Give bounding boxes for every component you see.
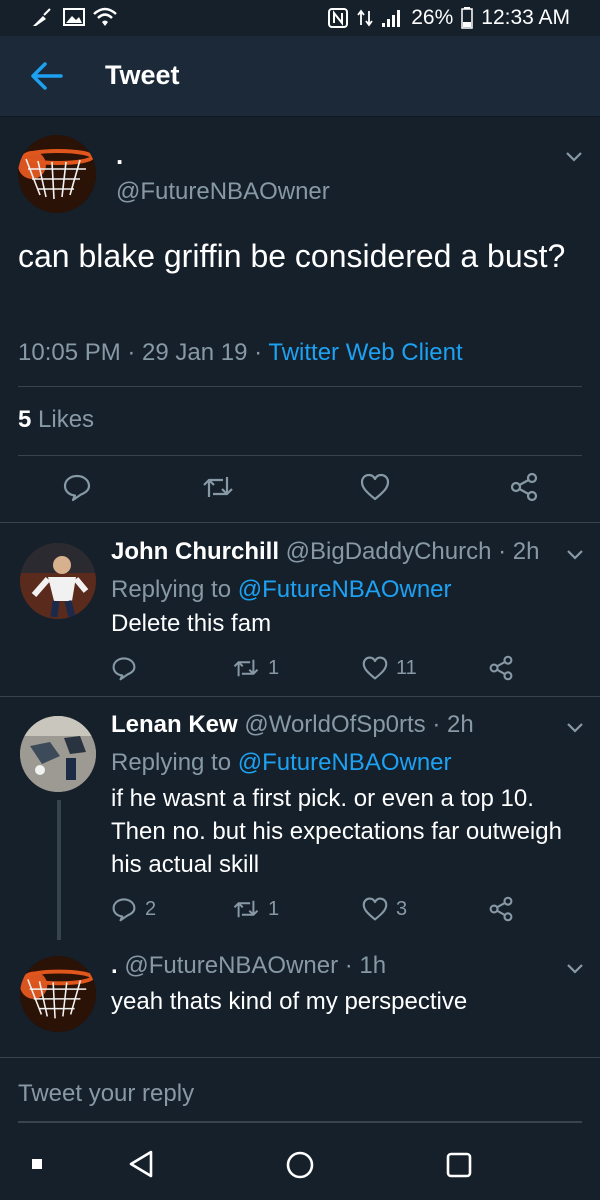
thread-line [57, 800, 61, 940]
reply-icon[interactable] [111, 655, 137, 681]
reply-text: yeah thats kind of my perspective [111, 988, 468, 1015]
reply-header: John Churchill @BigDaddyChurch · 2h [111, 538, 539, 566]
reply-author-name[interactable]: Lenan Kew [111, 711, 238, 738]
divider [18, 455, 582, 456]
status-icons-left [30, 6, 118, 28]
like-count: 3 [396, 897, 408, 920]
like-action[interactable]: 3 [362, 896, 407, 922]
share-icon[interactable] [509, 472, 539, 502]
chevron-down-icon[interactable] [564, 960, 586, 976]
reply-avatar[interactable] [20, 716, 96, 792]
author-display-name: . [116, 140, 124, 170]
reply-handle-time: @BigDaddyChurch · 2h [279, 538, 540, 565]
basketball-hoop-image [20, 956, 96, 1032]
tweet-timestamp: 10:05 PM · 29 Jan 19 · [18, 339, 269, 366]
heart-icon [362, 897, 388, 921]
chevron-down-icon[interactable] [563, 148, 585, 164]
retweet-icon[interactable] [201, 472, 235, 502]
reply-header: . @FutureNBAOwner · 1h [111, 952, 386, 980]
replying-to: Replying to @FutureNBAOwner [111, 573, 452, 606]
reply-actions [111, 655, 137, 681]
share-icon[interactable] [488, 655, 514, 681]
likes-label: Likes [31, 406, 95, 433]
back-nav-icon[interactable] [126, 1148, 156, 1180]
battery-icon [461, 7, 474, 29]
tweet-meta: 10:05 PM · 29 Jan 19 · Twitter Web Clien… [18, 339, 463, 367]
retweet-icon [233, 900, 259, 918]
home-nav-icon[interactable] [285, 1150, 315, 1180]
reply-avatar[interactable] [20, 956, 96, 1032]
reply-icon[interactable] [62, 472, 92, 502]
player-photo [20, 543, 96, 619]
wifi-icon [93, 7, 117, 26]
reply-text: Delete this fam [111, 610, 272, 637]
heart-icon [362, 656, 388, 680]
retweet-icon [233, 659, 259, 677]
author-avatar[interactable] [18, 135, 96, 213]
share-icon[interactable] [488, 896, 514, 922]
like-action[interactable]: 11 [362, 655, 417, 681]
tweet-text: can blake griffin be considered a bust? [18, 238, 566, 274]
likes-count: 5 [18, 406, 32, 433]
basketball-hoop-image [18, 135, 96, 213]
cleanup-icon [33, 8, 51, 26]
chevron-down-icon[interactable] [564, 719, 586, 735]
data-icon [357, 9, 373, 27]
reply-header: Lenan Kew @WorldOfSp0rts · 2h [111, 711, 474, 739]
input-underline [18, 1121, 582, 1123]
reply-avatar[interactable] [20, 543, 96, 619]
divider [0, 696, 600, 697]
nav-dot-icon[interactable] [32, 1159, 42, 1169]
signal-icon [382, 10, 401, 27]
replying-to-handle[interactable]: @FutureNBAOwner [238, 576, 452, 603]
like-count: 11 [396, 656, 417, 679]
status-icons-right: 26% 12:33 AM [327, 6, 570, 30]
status-bar: 26% 12:33 AM [0, 0, 600, 36]
retweet-count: 1 [268, 656, 280, 679]
reply-count: 2 [145, 897, 157, 920]
chevron-down-icon[interactable] [564, 546, 586, 562]
reply-action[interactable]: 2 [111, 896, 156, 922]
retweet-action[interactable]: 1 [232, 896, 279, 922]
clock: 12:33 AM [481, 6, 570, 29]
reply-text: if he wasnt a first pick. or even a top … [111, 785, 562, 878]
divider [18, 386, 582, 387]
soccer-photo [20, 716, 96, 792]
heart-icon[interactable] [360, 472, 390, 502]
nfc-icon [328, 8, 349, 28]
back-arrow-icon[interactable] [28, 58, 64, 94]
reply-author-name[interactable]: . [111, 952, 118, 979]
battery-percent: 26% [411, 6, 454, 29]
replying-to-label: Replying to [111, 749, 238, 776]
reply-icon [112, 898, 136, 922]
replying-to-handle[interactable]: @FutureNBAOwner [238, 749, 452, 776]
app-bar [0, 36, 600, 117]
page-title: Tweet [105, 60, 180, 90]
gallery-icon [63, 8, 85, 26]
reply-author-name[interactable]: John Churchill [111, 538, 279, 565]
retweet-action[interactable]: 1 [232, 655, 279, 681]
likes-stat[interactable]: 5 Likes [18, 406, 94, 434]
reply-handle-time: @FutureNBAOwner · 1h [117, 952, 387, 979]
retweet-count: 1 [268, 897, 280, 920]
recents-nav-icon[interactable] [445, 1151, 473, 1179]
replying-to: Replying to @FutureNBAOwner [111, 746, 452, 779]
reply-input[interactable]: Tweet your reply [18, 1080, 578, 1108]
replying-to-label: Replying to [111, 576, 238, 603]
reply-handle-time: @WorldOfSp0rts · 2h [237, 711, 474, 738]
tweet-client-link[interactable]: Twitter Web Client [268, 339, 462, 366]
author-handle[interactable]: @FutureNBAOwner [116, 178, 330, 206]
